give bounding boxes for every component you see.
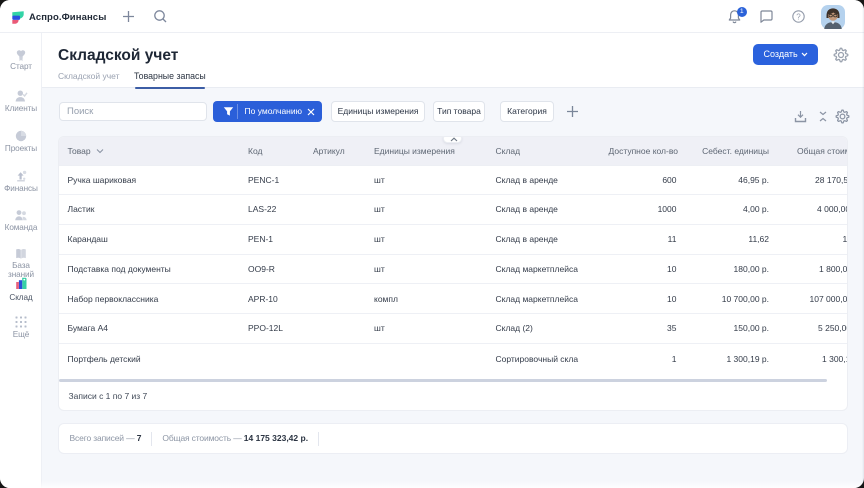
svg-text:?: ?	[796, 12, 801, 21]
